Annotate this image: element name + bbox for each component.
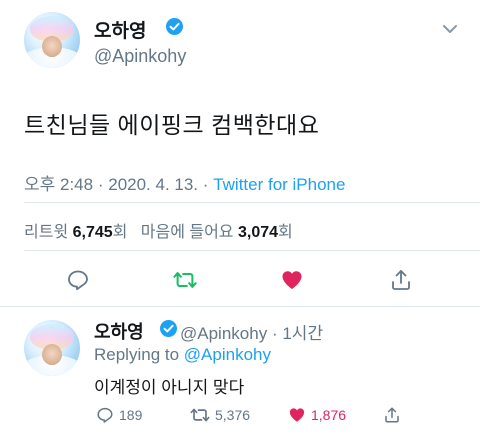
share-icon [385,407,399,423]
chevron-down-icon[interactable] [442,24,458,34]
replying-to: Replying to @Apinkohy [94,345,271,365]
meta-separator: · [97,175,104,194]
share-button[interactable] [389,268,413,292]
meta-separator: · [271,324,278,343]
share-button[interactable] [383,406,401,424]
avatar[interactable] [24,320,80,376]
tweet-stats: 리트윗 6,745회 마음에 들어요 3,074회 [24,218,293,242]
share-icon [392,270,410,290]
retweets-label[interactable]: 리트윗 [24,224,68,241]
replying-mention-link[interactable]: @Apinkohy [184,345,271,364]
retweets-unit: 회 [112,224,128,241]
likes-unit: 회 [278,224,293,241]
likes-count[interactable]: 3,074 [238,224,278,241]
divider [24,202,480,203]
reply-icon [97,407,113,423]
verified-badge-icon [166,18,183,35]
reply-button[interactable]: 189 [96,406,142,424]
tweet-time[interactable]: 오후 2:48 [24,175,93,194]
heart-icon [289,408,305,422]
retweets-count[interactable]: 6,745 [73,224,113,241]
display-name[interactable]: 오하영 [94,16,146,43]
tweet-text: 이계정이 아니지 맞다 [94,378,245,397]
tweet-date[interactable]: 2020. 4. 13. [108,175,198,194]
user-handle[interactable]: @Apinkohy [94,46,186,67]
likes-label[interactable]: 마음에 들어요 [141,224,234,241]
reply-button[interactable] [66,268,90,292]
reply-header-meta: @Apinkohy · 1시간 [180,319,323,344]
main-tweet: 오하영 @Apinkohy 트친님들 에이핑크 컴백한대요 오후 2:48 · … [0,0,480,306]
avatar[interactable] [24,12,80,68]
replying-prefix: Replying to [94,345,180,364]
meta-separator: · [202,175,209,194]
retweet-icon [173,272,197,288]
reply-count: 189 [119,407,143,423]
retweet-button[interactable] [173,268,197,292]
tweet-timestamp: 오후 2:48 · 2020. 4. 13. · Twitter for iPh… [24,170,345,195]
display-name[interactable]: 오하영 [94,318,144,344]
retweet-button[interactable]: 5,376 [190,406,250,424]
heart-icon [282,271,302,289]
user-handle[interactable]: @Apinkohy [180,324,267,343]
reply-icon [68,270,88,291]
like-count: 1,876 [311,407,347,423]
tweet-source-link[interactable]: Twitter for iPhone [213,175,345,194]
tweet-text: 트친님들 에이핑크 컴백한대요 [24,112,320,138]
divider [24,250,480,251]
verified-badge-icon [160,320,177,337]
like-button[interactable] [280,268,304,292]
like-button[interactable]: 1,876 [288,406,346,424]
time-ago[interactable]: 1시간 [282,324,323,343]
divider [0,306,480,307]
retweet-icon [190,408,210,422]
retweet-count: 5,376 [215,407,251,423]
